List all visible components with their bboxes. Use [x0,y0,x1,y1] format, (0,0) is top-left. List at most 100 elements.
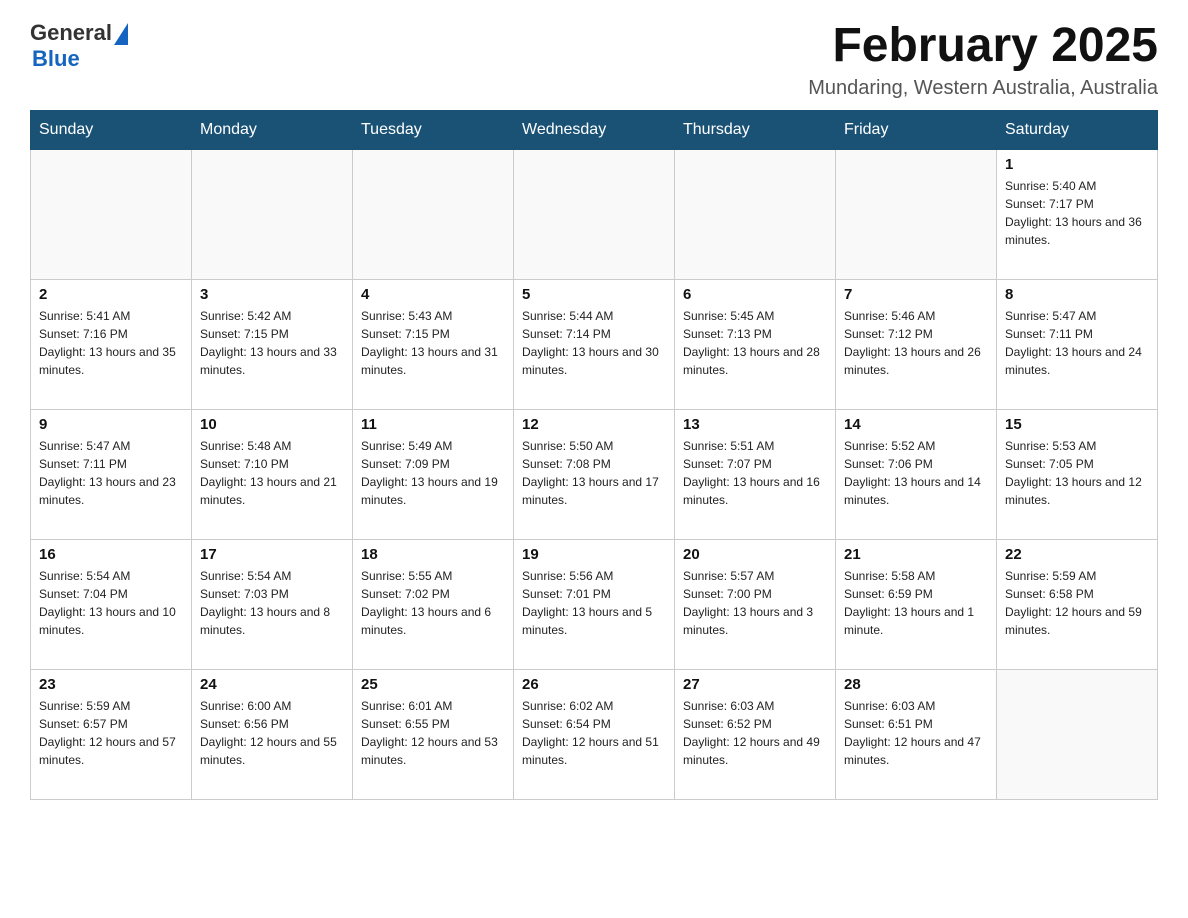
day-number: 6 [683,286,827,303]
calendar-cell [836,149,997,279]
calendar-cell: 20 Sunrise: 5:57 AM Sunset: 7:00 PM Dayli… [675,539,836,669]
calendar-cell [353,149,514,279]
calendar-week-row: 2 Sunrise: 5:41 AM Sunset: 7:16 PM Daylig… [31,279,1158,409]
day-number: 15 [1005,416,1149,433]
day-number: 18 [361,546,505,563]
day-number: 26 [522,676,666,693]
calendar-cell: 3Sunrise: 5:42 AM Sunset: 7:15 PM Daylig… [192,279,353,409]
calendar-cell: 25 Sunrise: 6:01 AM Sunset: 6:55 PM Dayli… [353,669,514,799]
day-info: Sunrise: 5:52 AM Sunset: 7:06 PM Dayligh… [844,437,988,509]
day-info: Sunrise: 5:45 AM Sunset: 7:13 PM Dayligh… [683,307,827,379]
day-number: 11 [361,416,505,433]
day-number: 28 [844,676,988,693]
day-number: 8 [1005,286,1149,303]
calendar-week-row: 23 Sunrise: 5:59 AM Sunset: 6:57 PM Dayli… [31,669,1158,799]
calendar-cell [675,149,836,279]
calendar-cell: 19 Sunrise: 5:56 AM Sunset: 7:01 PM Dayli… [514,539,675,669]
calendar-cell: 13Sunrise: 5:51 AM Sunset: 7:07 PM Dayli… [675,409,836,539]
day-number: 17 [200,546,344,563]
day-info: Sunrise: 5:58 AM Sunset: 6:59 PM Dayligh… [844,567,988,639]
day-info: Sunrise: 5:59 AM Sunset: 6:57 PM Dayligh… [39,697,183,769]
day-number: 16 [39,546,183,563]
weekday-header-row: SundayMondayTuesdayWednesdayThursdayFrid… [31,110,1158,149]
calendar-cell: 27 Sunrise: 6:03 AM Sunset: 6:52 PM Dayli… [675,669,836,799]
calendar-cell: 10 Sunrise: 5:48 AM Sunset: 7:10 PM Dayli… [192,409,353,539]
day-number: 23 [39,676,183,693]
day-info: Sunrise: 5:54 AM Sunset: 7:03 PM Dayligh… [200,567,344,639]
day-number: 27 [683,676,827,693]
calendar-week-row: 9 Sunrise: 5:47 AM Sunset: 7:11 PM Daylig… [31,409,1158,539]
day-number: 25 [361,676,505,693]
calendar-cell: 15 Sunrise: 5:53 AM Sunset: 7:05 PM Dayli… [997,409,1158,539]
day-info: Sunrise: 5:57 AM Sunset: 7:00 PM Dayligh… [683,567,827,639]
day-info: Sunrise: 5:56 AM Sunset: 7:01 PM Dayligh… [522,567,666,639]
page-header: General Blue February 2025 Mundaring, We… [30,20,1158,100]
day-info: Sunrise: 5:59 AM Sunset: 6:58 PM Dayligh… [1005,567,1149,639]
calendar-cell: 5 Sunrise: 5:44 AM Sunset: 7:14 PM Daylig… [514,279,675,409]
calendar-cell: 12 Sunrise: 5:50 AM Sunset: 7:08 PM Dayli… [514,409,675,539]
location-title: Mundaring, Western Australia, Australia [808,77,1158,100]
day-number: 21 [844,546,988,563]
calendar-cell [514,149,675,279]
calendar-week-row: 16 Sunrise: 5:54 AM Sunset: 7:04 PM Dayli… [31,539,1158,669]
calendar-cell: 7Sunrise: 5:46 AM Sunset: 7:12 PM Daylig… [836,279,997,409]
day-number: 12 [522,416,666,433]
calendar-cell: 11 Sunrise: 5:49 AM Sunset: 7:09 PM Dayli… [353,409,514,539]
day-number: 4 [361,286,505,303]
day-number: 14 [844,416,988,433]
day-info: Sunrise: 6:01 AM Sunset: 6:55 PM Dayligh… [361,697,505,769]
day-number: 2 [39,286,183,303]
day-info: Sunrise: 6:02 AM Sunset: 6:54 PM Dayligh… [522,697,666,769]
day-info: Sunrise: 6:00 AM Sunset: 6:56 PM Dayligh… [200,697,344,769]
calendar-cell: 4 Sunrise: 5:43 AM Sunset: 7:15 PM Daylig… [353,279,514,409]
calendar-cell: 24 Sunrise: 6:00 AM Sunset: 6:56 PM Dayli… [192,669,353,799]
day-number: 3 [200,286,344,303]
day-number: 1 [1005,156,1149,173]
calendar-cell: 22 Sunrise: 5:59 AM Sunset: 6:58 PM Dayli… [997,539,1158,669]
day-info: Sunrise: 5:54 AM Sunset: 7:04 PM Dayligh… [39,567,183,639]
weekday-header-sunday: Sunday [31,110,192,149]
day-info: Sunrise: 5:44 AM Sunset: 7:14 PM Dayligh… [522,307,666,379]
weekday-header-wednesday: Wednesday [514,110,675,149]
weekday-header-monday: Monday [192,110,353,149]
calendar-cell: 16 Sunrise: 5:54 AM Sunset: 7:04 PM Dayli… [31,539,192,669]
day-number: 24 [200,676,344,693]
calendar-cell [997,669,1158,799]
day-info: Sunrise: 5:50 AM Sunset: 7:08 PM Dayligh… [522,437,666,509]
day-number: 22 [1005,546,1149,563]
weekday-header-thursday: Thursday [675,110,836,149]
calendar-cell [192,149,353,279]
calendar-cell [31,149,192,279]
day-number: 5 [522,286,666,303]
day-number: 10 [200,416,344,433]
calendar-cell: 1 Sunrise: 5:40 AM Sunset: 7:17 PM Daylig… [997,149,1158,279]
day-number: 20 [683,546,827,563]
day-info: Sunrise: 5:41 AM Sunset: 7:16 PM Dayligh… [39,307,183,379]
day-info: Sunrise: 6:03 AM Sunset: 6:51 PM Dayligh… [844,697,988,769]
logo-general: General [30,20,112,46]
weekday-header-saturday: Saturday [997,110,1158,149]
logo: General Blue [30,20,128,72]
day-info: Sunrise: 5:47 AM Sunset: 7:11 PM Dayligh… [39,437,183,509]
calendar-cell: 26 Sunrise: 6:02 AM Sunset: 6:54 PM Dayli… [514,669,675,799]
day-number: 9 [39,416,183,433]
calendar-cell: 23 Sunrise: 5:59 AM Sunset: 6:57 PM Dayli… [31,669,192,799]
day-info: Sunrise: 5:48 AM Sunset: 7:10 PM Dayligh… [200,437,344,509]
day-info: Sunrise: 5:40 AM Sunset: 7:17 PM Dayligh… [1005,177,1149,249]
day-number: 7 [844,286,988,303]
calendar-cell: 9 Sunrise: 5:47 AM Sunset: 7:11 PM Daylig… [31,409,192,539]
day-number: 19 [522,546,666,563]
day-info: Sunrise: 5:53 AM Sunset: 7:05 PM Dayligh… [1005,437,1149,509]
day-info: Sunrise: 5:43 AM Sunset: 7:15 PM Dayligh… [361,307,505,379]
logo-blue: Blue [32,46,80,72]
month-title: February 2025 [808,20,1158,73]
calendar-cell: 17 Sunrise: 5:54 AM Sunset: 7:03 PM Dayli… [192,539,353,669]
day-info: Sunrise: 5:55 AM Sunset: 7:02 PM Dayligh… [361,567,505,639]
calendar-cell: 28 Sunrise: 6:03 AM Sunset: 6:51 PM Dayli… [836,669,997,799]
logo-triangle-icon [114,23,128,45]
day-number: 13 [683,416,827,433]
calendar-cell: 8Sunrise: 5:47 AM Sunset: 7:11 PM Daylig… [997,279,1158,409]
day-info: Sunrise: 6:03 AM Sunset: 6:52 PM Dayligh… [683,697,827,769]
day-info: Sunrise: 5:49 AM Sunset: 7:09 PM Dayligh… [361,437,505,509]
weekday-header-friday: Friday [836,110,997,149]
